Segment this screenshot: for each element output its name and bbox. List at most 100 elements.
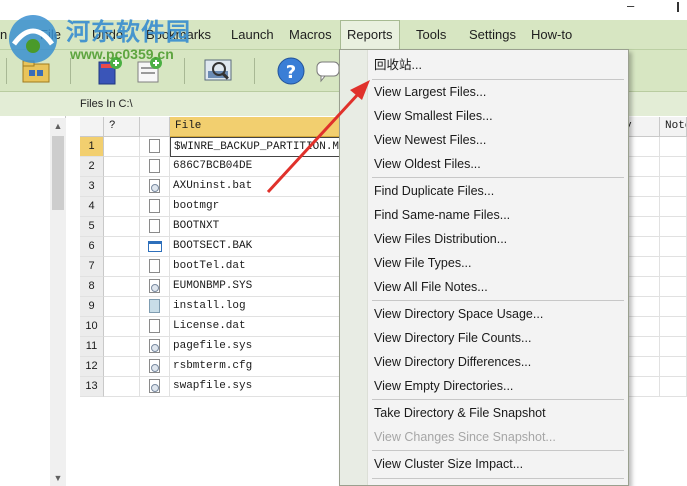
window-file-icon	[147, 241, 162, 252]
toolbar-separator	[6, 58, 7, 84]
question-cell[interactable]	[104, 177, 140, 197]
menu-item-bookmarks[interactable]: Bookmarks	[146, 20, 211, 50]
question-cell[interactable]	[104, 137, 140, 157]
column-header-icon[interactable]	[140, 117, 170, 137]
gear-file-icon	[149, 179, 160, 193]
question-cell[interactable]	[104, 317, 140, 337]
scrollbar-thumb[interactable]	[52, 136, 64, 210]
column-header-notes[interactable]: Note	[660, 117, 687, 137]
row-number[interactable]: 11	[80, 337, 104, 357]
notes-cell[interactable]	[660, 297, 687, 317]
menu-view-empty-directories[interactable]: View Empty Directories...	[374, 375, 513, 397]
edit-note-icon[interactable]	[132, 54, 164, 86]
menu-separator	[372, 450, 624, 451]
row-number[interactable]: 12	[80, 357, 104, 377]
window-edge-icon	[677, 2, 685, 12]
menu-find-duplicate-files[interactable]: Find Duplicate Files...	[374, 180, 494, 202]
menu-view-smallest-files[interactable]: View Smallest Files...	[374, 105, 493, 127]
zoom-magnifier-icon[interactable]	[202, 54, 234, 86]
toolbar-separator	[254, 58, 255, 84]
notes-cell[interactable]	[660, 217, 687, 237]
notes-cell[interactable]	[660, 357, 687, 377]
menu-view-oldest-files[interactable]: View Oldest Files...	[374, 153, 481, 175]
row-number[interactable]: 2	[80, 157, 104, 177]
menu-recycle-bin[interactable]: 回收站...	[374, 54, 422, 76]
notes-cell[interactable]	[660, 317, 687, 337]
open-folder-icon[interactable]	[20, 54, 52, 86]
menu-item-how-to[interactable]: How-to	[531, 20, 572, 50]
toolbar-separator	[184, 58, 185, 84]
file-type-cell	[140, 197, 170, 217]
menu-item-launch[interactable]: Launch	[231, 20, 274, 50]
row-number[interactable]: 8	[80, 277, 104, 297]
menu-view-file-types[interactable]: View File Types...	[374, 252, 472, 274]
menu-item-undo[interactable]: Undo	[92, 20, 123, 50]
notes-cell[interactable]	[660, 337, 687, 357]
menu-view-directory-file-counts[interactable]: View Directory File Counts...	[374, 327, 531, 349]
row-number[interactable]: 4	[80, 197, 104, 217]
notes-cell[interactable]	[660, 257, 687, 277]
menu-view-newest-files[interactable]: View Newest Files...	[374, 129, 486, 151]
help-icon[interactable]: ?	[275, 54, 307, 86]
folder-tree-scrollbar[interactable]: ▲ ▼	[50, 118, 66, 486]
file-type-cell	[140, 277, 170, 297]
notes-cell[interactable]	[660, 277, 687, 297]
file-type-cell	[140, 317, 170, 337]
column-header-question[interactable]: ?	[104, 117, 140, 137]
row-number[interactable]: 13	[80, 377, 104, 397]
row-number[interactable]: 5	[80, 217, 104, 237]
file-type-cell	[140, 377, 170, 397]
question-cell[interactable]	[104, 277, 140, 297]
menu-item-tools[interactable]: Tools	[416, 20, 446, 50]
menu-item-file[interactable]: File	[40, 20, 61, 50]
scroll-up-icon[interactable]: ▲	[50, 118, 66, 134]
question-cell[interactable]	[104, 157, 140, 177]
menu-separator	[372, 399, 624, 400]
notes-cell[interactable]	[660, 197, 687, 217]
menu-gutter	[340, 50, 368, 485]
scroll-down-icon[interactable]: ▼	[50, 470, 66, 486]
question-cell[interactable]	[104, 297, 140, 317]
file-type-cell	[140, 357, 170, 377]
question-cell[interactable]	[104, 337, 140, 357]
question-cell[interactable]	[104, 377, 140, 397]
row-number[interactable]: 9	[80, 297, 104, 317]
minimize-icon[interactable]: –	[627, 0, 641, 12]
row-number[interactable]: 7	[80, 257, 104, 277]
menu-take-snapshot[interactable]: Take Directory & File Snapshot	[374, 402, 546, 424]
question-cell[interactable]	[104, 237, 140, 257]
menu-find-same-name-files[interactable]: Find Same-name Files...	[374, 204, 510, 226]
menu-view-directory-space-usage[interactable]: View Directory Space Usage...	[374, 303, 543, 325]
question-cell[interactable]	[104, 217, 140, 237]
menu-view-directory-differences[interactable]: View Directory Differences...	[374, 351, 531, 373]
row-number[interactable]: 3	[80, 177, 104, 197]
blank-file-icon	[149, 199, 160, 213]
menu-item-reports[interactable]: Reports	[340, 20, 400, 51]
notes-cell[interactable]	[660, 157, 687, 177]
question-cell[interactable]	[104, 257, 140, 277]
row-number-header	[80, 117, 104, 137]
row-number[interactable]: 6	[80, 237, 104, 257]
file-type-cell	[140, 337, 170, 357]
menu-view-files-distribution[interactable]: View Files Distribution...	[374, 228, 507, 250]
menu-item-partial[interactable]: n	[0, 20, 7, 50]
menu-item-settings[interactable]: Settings	[469, 20, 516, 50]
notes-cell[interactable]	[660, 177, 687, 197]
notes-cell[interactable]	[660, 377, 687, 397]
log-file-icon	[149, 299, 160, 313]
bookmark-add-icon[interactable]	[94, 54, 126, 86]
notes-cell[interactable]	[660, 237, 687, 257]
row-number[interactable]: 10	[80, 317, 104, 337]
gear-file-icon	[149, 379, 160, 393]
menu-view-cluster-size-impact[interactable]: View Cluster Size Impact...	[374, 453, 523, 475]
menu-item-macros[interactable]: Macros	[289, 20, 332, 50]
menu-separator	[372, 177, 624, 178]
notes-cell[interactable]	[660, 137, 687, 157]
row-number[interactable]: 1	[80, 137, 104, 157]
menu-view-largest-files[interactable]: View Largest Files...	[374, 81, 486, 103]
file-type-cell	[140, 177, 170, 197]
question-cell[interactable]	[104, 357, 140, 377]
menu-view-all-file-notes[interactable]: View All File Notes...	[374, 276, 488, 298]
menu-view-changes-since-snapshot: View Changes Since Snapshot...	[374, 430, 556, 444]
question-cell[interactable]	[104, 197, 140, 217]
